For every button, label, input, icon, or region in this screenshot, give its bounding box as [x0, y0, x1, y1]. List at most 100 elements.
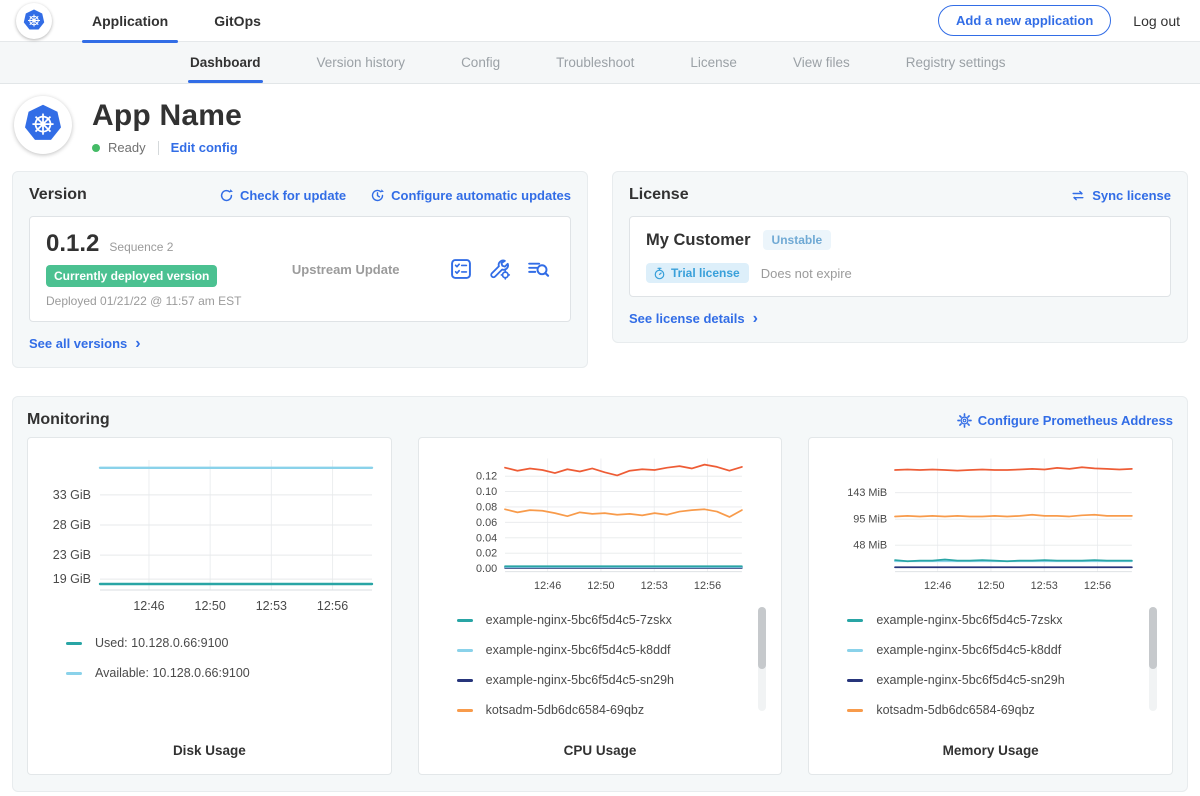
legend-scrollbar-track [758, 607, 766, 711]
svg-text:0.08: 0.08 [476, 501, 497, 513]
sync-license-label: Sync license [1092, 188, 1171, 203]
legend-label: example-nginx-5bc6f5d4c5-sn29h [876, 673, 1064, 687]
legend-label: Available: 10.128.0.66:9100 [95, 666, 250, 680]
legend-swatch [66, 642, 82, 645]
status-label: Ready [108, 140, 146, 155]
tab-version-history[interactable]: Version history [317, 42, 406, 83]
disk-usage-panel: 12:4612:5012:5312:5633 GiB28 GiB23 GiB19… [27, 437, 392, 775]
page-title: App Name [92, 99, 242, 133]
expiry-text: Does not expire [761, 266, 852, 281]
sync-arrows-icon [1070, 188, 1086, 203]
version-source-label: Upstream Update [241, 262, 450, 277]
see-all-versions-link[interactable]: See all versions › [29, 336, 141, 351]
gear-icon [957, 413, 972, 428]
legend-swatch [457, 649, 473, 652]
tab-gitops[interactable]: GitOps [200, 0, 275, 42]
svg-text:12:56: 12:56 [694, 580, 721, 592]
tab-config[interactable]: Config [461, 42, 500, 83]
legend-label: example-nginx-5bc6f5d4c5-sn29h [486, 673, 674, 687]
cpu-usage-chart: 12:4612:5012:5312:560.120.100.080.060.04… [429, 448, 770, 603]
svg-text:0.12: 0.12 [476, 471, 497, 483]
sequence-label: Sequence 2 [109, 240, 173, 254]
legend-scrollbar-thumb[interactable] [1149, 607, 1157, 669]
top-nav: Application GitOps Add a new application… [0, 0, 1200, 42]
kubernetes-logo[interactable] [16, 3, 52, 39]
svg-text:0.02: 0.02 [476, 548, 497, 560]
stopwatch-icon [653, 267, 666, 280]
tab-gitops-label: GitOps [214, 13, 261, 29]
legend-scrollbar-thumb[interactable] [758, 607, 766, 669]
chart-panels: 12:4612:5012:5312:5633 GiB28 GiB23 GiB19… [27, 437, 1173, 775]
legend-label: example-nginx-5bc6f5d4c5-k8ddf [486, 643, 671, 657]
memory-usage-legend: example-nginx-5bc6f5d4c5-7zskx example-ng… [819, 603, 1162, 733]
config-wrench-icon[interactable] [488, 258, 511, 280]
legend-item: kotsadm-5db6dc6584-69qbz [457, 703, 748, 717]
chart-title: Disk Usage [38, 733, 381, 762]
legend-scrollbar-track [1149, 607, 1157, 711]
configure-automatic-updates-label: Configure automatic updates [391, 188, 571, 203]
svg-text:12:46: 12:46 [133, 599, 164, 613]
svg-text:12:53: 12:53 [256, 599, 287, 613]
refresh-icon [219, 188, 234, 203]
svg-text:12:50: 12:50 [978, 580, 1005, 592]
license-card: License Sync license My Customer Unstabl… [612, 171, 1188, 343]
customer-name: My Customer [646, 231, 751, 250]
legend-swatch [66, 672, 82, 675]
legend-item: Used: 10.128.0.66:9100 [66, 636, 357, 650]
svg-text:19 GiB: 19 GiB [53, 572, 91, 586]
legend-swatch [847, 619, 863, 622]
legend-swatch [457, 619, 473, 622]
svg-text:12:53: 12:53 [1031, 580, 1058, 592]
disk-usage-chart: 12:4612:5012:5312:5633 GiB28 GiB23 GiB19… [38, 448, 379, 626]
memory-usage-panel: 12:46 12:50 12:53 12:56 143 MiB 95 MiB 48 MiB e… [808, 437, 1173, 775]
deployed-badge: Currently deployed version [46, 265, 217, 287]
disk-usage-legend: Used: 10.128.0.66:9100 Available: 10.128.… [38, 626, 381, 733]
deploy-logs-icon[interactable] [527, 258, 550, 280]
legend-item: Available: 10.128.0.66:9100 [66, 666, 357, 680]
sync-license-link[interactable]: Sync license [1070, 188, 1171, 203]
svg-text:0.06: 0.06 [476, 517, 497, 529]
divider [158, 141, 159, 155]
logout-button[interactable]: Log out [1133, 13, 1180, 29]
tab-application-label: Application [92, 13, 168, 29]
channel-badge: Unstable [763, 230, 832, 250]
configure-automatic-updates-link[interactable]: Configure automatic updates [370, 188, 571, 203]
tab-troubleshoot[interactable]: Troubleshoot [556, 42, 634, 83]
current-version-panel: 0.1.2 Sequence 2 Currently deployed vers… [29, 216, 571, 322]
tab-application[interactable]: Application [78, 0, 182, 42]
legend-swatch [457, 709, 473, 712]
svg-text:12:46: 12:46 [924, 580, 951, 592]
monitoring-title: Monitoring [27, 411, 110, 429]
see-license-details-label: See license details [629, 311, 745, 326]
svg-text:95 MiB: 95 MiB [854, 514, 888, 526]
check-for-update-link[interactable]: Check for update [219, 188, 346, 203]
legend-swatch [847, 709, 863, 712]
svg-text:28 GiB: 28 GiB [53, 518, 91, 532]
legend-item: example-nginx-5bc6f5d4c5-7zskx [847, 613, 1138, 627]
svg-text:143 MiB: 143 MiB [848, 487, 888, 499]
chevron-right-icon: › [135, 339, 140, 349]
version-number: 0.1.2 [46, 230, 99, 258]
app-sub-nav: Dashboard Version history Config Troublesho… [0, 42, 1200, 84]
svg-text:48 MiB: 48 MiB [854, 540, 888, 552]
tab-view-files[interactable]: View files [793, 42, 850, 83]
main-content: Version Check for update [0, 169, 1200, 792]
see-license-details-link[interactable]: See license details › [629, 311, 758, 326]
preflight-checks-icon[interactable] [450, 258, 472, 280]
legend-label: kotsadm-5db6dc6584-69qbz [486, 703, 644, 717]
configure-prometheus-link[interactable]: Configure Prometheus Address [957, 413, 1173, 428]
monitoring-card: Monitoring Configure Prometheus Address [12, 396, 1188, 792]
license-card-title: License [629, 186, 689, 204]
tab-registry-settings[interactable]: Registry settings [906, 42, 1006, 83]
chevron-right-icon: › [753, 314, 758, 324]
legend-item: example-nginx-5bc6f5d4c5-7zskx [457, 613, 748, 627]
status-dot [92, 144, 100, 152]
legend-item: example-nginx-5bc6f5d4c5-sn29h [847, 673, 1138, 687]
trial-license-label: Trial license [671, 266, 740, 280]
add-application-button[interactable]: Add a new application [938, 5, 1111, 36]
tab-license[interactable]: License [690, 42, 737, 83]
svg-text:12:56: 12:56 [1084, 580, 1111, 592]
edit-config-link[interactable]: Edit config [171, 140, 238, 155]
svg-text:12:46: 12:46 [534, 580, 561, 592]
tab-dashboard[interactable]: Dashboard [190, 42, 261, 83]
